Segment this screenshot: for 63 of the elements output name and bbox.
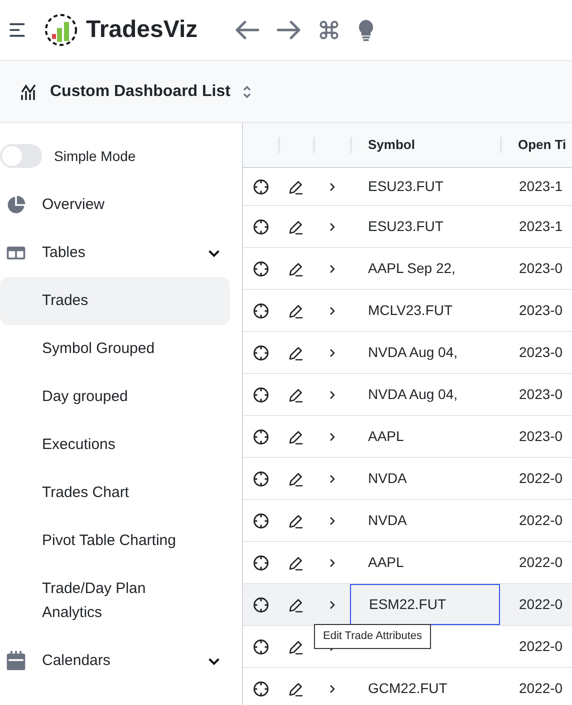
table-cell-text: NVDA (367, 469, 408, 488)
chart-icon (20, 82, 38, 100)
crosshair-icon[interactable] (252, 512, 270, 530)
table-cell-text: AAPL (367, 427, 405, 446)
table-cell-text: 2023-1 (518, 217, 563, 236)
dashboard-title[interactable]: Custom Dashboard List (50, 80, 230, 104)
toggle-label: Simple Mode (54, 146, 136, 166)
crosshair-icon[interactable] (252, 596, 270, 614)
crosshair-icon[interactable] (252, 638, 270, 656)
forward-arrow-icon[interactable] (276, 19, 302, 41)
crosshair-icon[interactable] (252, 302, 270, 320)
sidebar-item[interactable]: Trades (0, 277, 230, 325)
sidebar-item[interactable]: Pivot Table Charting (0, 517, 230, 565)
table-cell-text: AAPL (367, 553, 405, 572)
table-cell-text: 2022-0 (518, 511, 563, 530)
table-cell-text: 2023-0 (518, 385, 563, 404)
sidebar-item[interactable]: Trade/Day Plan Analytics (0, 565, 230, 637)
table-cell-text: 2022-0 (518, 637, 563, 656)
table-cell-text: 2023-0 (518, 259, 563, 278)
table-cell-text: 2022-0 (518, 469, 563, 488)
calendar-icon (5, 650, 27, 672)
crosshair-icon[interactable] (252, 680, 270, 698)
crosshair-icon[interactable] (252, 260, 270, 278)
back-arrow-icon[interactable] (234, 19, 260, 41)
crosshair-icon[interactable] (252, 554, 270, 572)
table-cell-text: GCM22.FUT (367, 679, 448, 698)
table-cell-text: ESU23.FUT (367, 217, 444, 236)
simple-mode-toggle[interactable] (0, 144, 42, 168)
sidebar-item[interactable]: Trades Chart (0, 469, 230, 517)
table-cell-text: 2023-0 (518, 301, 563, 320)
logo-icon (44, 13, 78, 47)
table-cell-text: 2023-0 (518, 427, 563, 446)
column-header[interactable]: Symbol (368, 135, 415, 155)
sidebar-item[interactable]: Day grouped (0, 373, 230, 421)
table-cell-text: AAPL Sep 22, (367, 259, 456, 278)
table-cell-text: NVDA Aug 04, (367, 385, 459, 404)
sidebar-section[interactable]: Tables (0, 229, 230, 277)
crosshair-icon[interactable] (252, 344, 270, 362)
crosshair-icon[interactable] (252, 470, 270, 488)
brand-name: TradesViz (86, 15, 198, 45)
table-cell-text: 2022-0 (518, 679, 563, 698)
table-cell-text: NVDA (367, 511, 408, 530)
crosshair-icon[interactable] (252, 178, 270, 196)
sidebar-section[interactable]: Calendars (0, 637, 230, 685)
table-row[interactable]: ESM22.FUT 2022-0 (243, 584, 572, 626)
table-cell-text: NVDA Aug 04, (367, 343, 459, 362)
table-cell-text: ESU23.FUT (367, 177, 444, 196)
crosshair-icon[interactable] (252, 428, 270, 446)
tooltip: Edit Trade Attributes (314, 624, 432, 648)
table-cell-text: 2023-0 (518, 343, 563, 362)
table-cell-text: 2023-1 (518, 177, 563, 196)
sidebar-item[interactable]: Executions (0, 421, 230, 469)
table-cell-text: 2022-0 (518, 595, 563, 614)
table-cell-text: 2022-0 (518, 553, 563, 572)
crosshair-icon[interactable] (252, 218, 270, 236)
table-cell-text: MCLV23.FUT (367, 301, 454, 320)
command-icon[interactable] (318, 19, 340, 41)
column-header[interactable]: Open Ti (518, 135, 566, 155)
crosshair-icon[interactable] (252, 386, 270, 404)
sidebar-item[interactable]: Symbol Grouped (0, 325, 230, 373)
sidebar-section[interactable]: Overview (0, 181, 230, 229)
pie-chart-icon (5, 194, 27, 216)
sort-caret-icon[interactable] (242, 84, 252, 98)
